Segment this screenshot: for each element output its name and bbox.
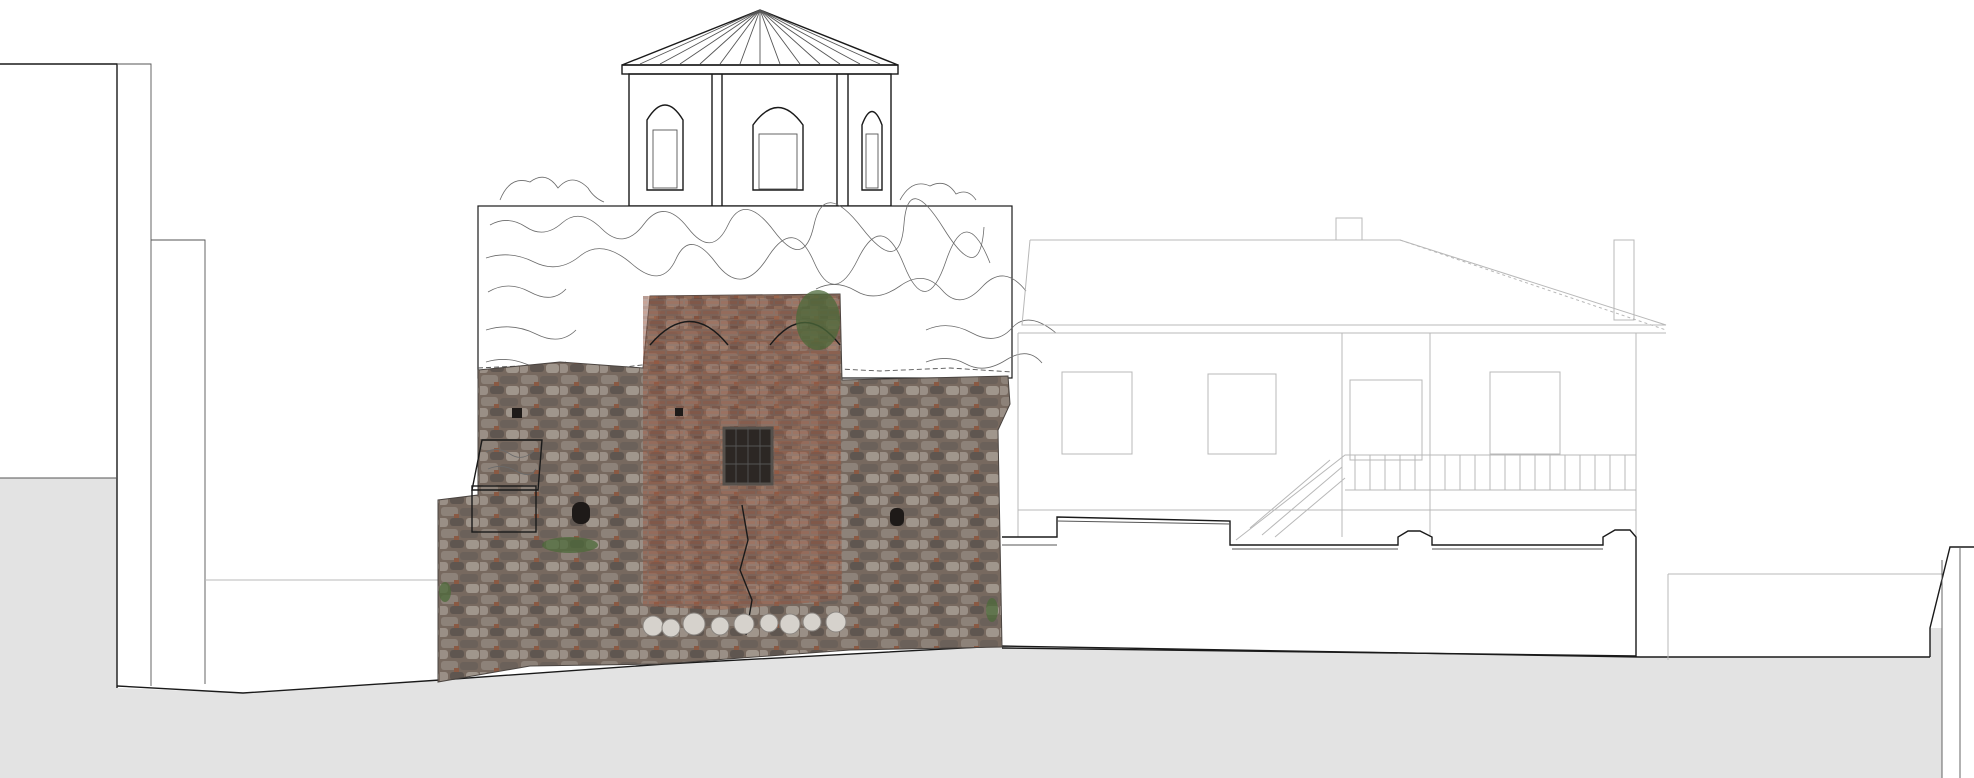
boundary-wall xyxy=(1001,516,1637,657)
lantern-window-center xyxy=(752,107,804,191)
lantern-window-left xyxy=(646,104,684,191)
tower-lantern xyxy=(621,9,899,207)
loophole-right xyxy=(890,508,904,526)
elevation-drawing xyxy=(0,9,1974,778)
loophole-left xyxy=(572,502,590,524)
right-house xyxy=(1017,217,1667,541)
lantern-window-right xyxy=(861,110,883,191)
